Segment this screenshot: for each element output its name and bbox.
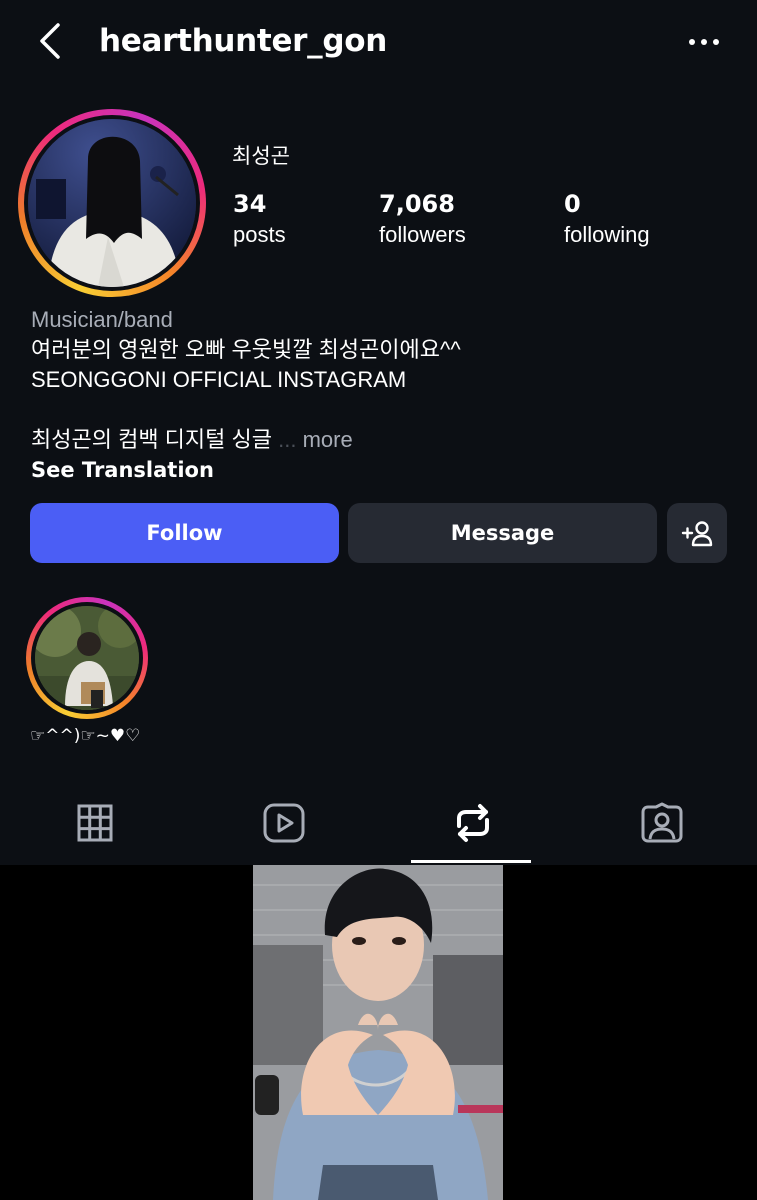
bio-line-3: 최성곤의 컴백 디지털 싱글 (31, 427, 272, 452)
grid-icon (77, 804, 112, 842)
tab-reposts[interactable] (378, 783, 567, 863)
message-button[interactable]: Message (348, 503, 657, 563)
chevron-left-icon (40, 23, 60, 59)
reels-icon (263, 803, 304, 843)
suggested-users-button[interactable] (667, 503, 727, 563)
back-button[interactable] (28, 18, 74, 64)
add-user-icon (681, 521, 713, 547)
highlight-cover (35, 606, 139, 710)
tab-reels[interactable] (189, 783, 378, 863)
bio-ellipsis: ... (278, 427, 297, 452)
posts-label: posts (233, 222, 286, 247)
story-ring[interactable] (18, 109, 206, 297)
posts-count: 34 (233, 190, 267, 218)
following-label: following (564, 222, 650, 247)
profile-bio: Musician/band 여러분의 영원한 오빠 우웃빛깔 최성곤이에요^^ … (31, 305, 731, 485)
stat-posts[interactable]: 34 posts (233, 188, 286, 250)
bio-line-1: 여러분의 영원한 오빠 우웃빛깔 최성곤이에요^^ (31, 337, 461, 362)
profile-header: hearthunter_gon (0, 0, 757, 86)
see-translation-link[interactable]: See Translation (31, 455, 731, 485)
profile-avatar (28, 119, 196, 287)
story-highlight[interactable] (26, 597, 148, 719)
display-name: 최성곤 (232, 144, 290, 168)
bio-more-link[interactable]: more (303, 427, 353, 452)
more-options-button[interactable] (680, 22, 728, 62)
following-count: 0 (564, 190, 581, 218)
followers-label: followers (379, 222, 466, 247)
bio-category[interactable]: Musician/band (31, 305, 731, 335)
profile-screen: hearthunter_gon 최성곤 34 posts 7,068 follo… (0, 0, 757, 1200)
tagged-icon (641, 802, 682, 843)
stat-followers[interactable]: 7,068 followers (379, 188, 466, 250)
highlight-label: ☞^^)☞~♥♡ (30, 726, 141, 746)
tab-posts-grid[interactable] (0, 783, 189, 863)
profile-tabs (0, 783, 757, 865)
followers-count: 7,068 (379, 190, 455, 218)
bio-line-2: SEONGGONI OFFICIAL INSTAGRAM (31, 367, 407, 392)
profile-username: hearthunter_gon (99, 23, 388, 59)
stat-following[interactable]: 0 following (564, 188, 650, 250)
follow-button[interactable]: Follow (30, 503, 339, 563)
reposts-icon (456, 804, 489, 842)
reposts-grid (0, 865, 757, 1200)
tab-active-indicator (411, 860, 531, 863)
ellipsis-icon (689, 39, 719, 45)
tab-tagged[interactable] (567, 783, 756, 863)
repost-thumbnail[interactable] (253, 865, 503, 1200)
